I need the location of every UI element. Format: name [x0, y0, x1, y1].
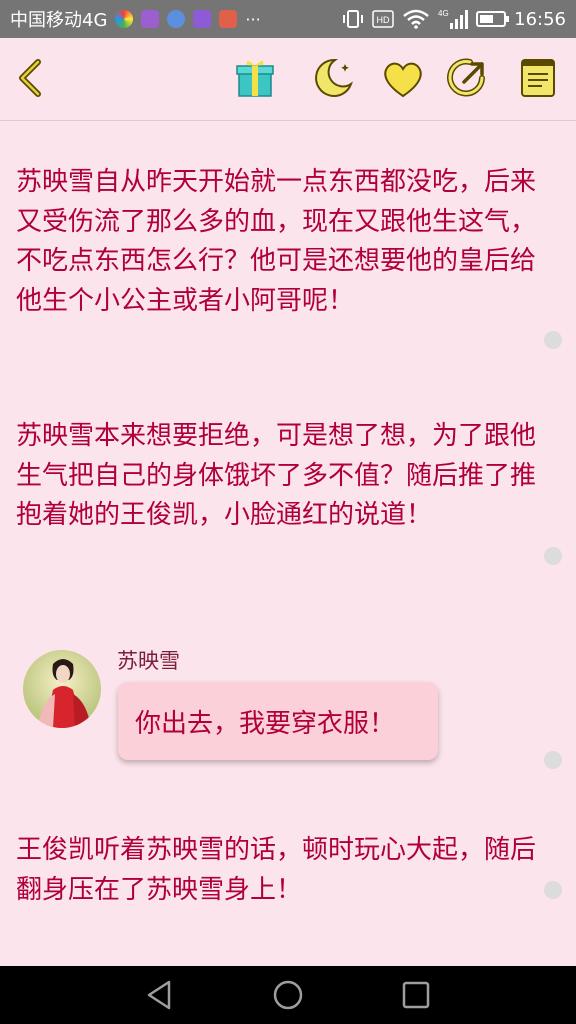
wifi-icon [403, 9, 429, 29]
comment-dot[interactable] [544, 547, 562, 565]
app-icon-2 [141, 10, 160, 28]
status-bar: 中国移动4G ··· HD 4G 16:56 [0, 0, 576, 38]
dialogue-bubble: 你出去，我要穿衣服！ [118, 682, 438, 760]
paragraph: 王俊凯听着苏映雪的话，顿时玩心大起，随后翻身压在了苏映雪身上！ [16, 835, 537, 905]
avatar[interactable] [23, 650, 101, 728]
svg-text:HD: HD [377, 15, 390, 25]
app-icon-5 [219, 10, 238, 28]
comment-dot[interactable] [544, 881, 562, 899]
back-icon[interactable] [10, 56, 54, 100]
4g-signal-icon: 4G [438, 9, 469, 29]
home-circle-icon[interactable] [271, 978, 305, 1012]
favorite-icon[interactable] [381, 56, 425, 100]
comment-dot[interactable] [544, 331, 562, 349]
dialogue-text: 你出去，我要穿衣服！ [135, 708, 396, 739]
app-icon-4 [193, 10, 212, 28]
app-icon-3 [167, 10, 186, 28]
reader-toolbar [0, 38, 576, 121]
paragraph: 苏映雪自从昨天开始就一点东西都没吃，后来又受伤流了那么多的血，现在又跟他生这气，… [16, 167, 537, 316]
carrier-label: 中国移动4G [10, 10, 108, 31]
speaker-name: 苏映雪 [117, 649, 180, 673]
recents-square-icon[interactable] [399, 978, 433, 1012]
app-icon-1 [115, 10, 134, 28]
back-triangle-icon[interactable] [143, 978, 177, 1012]
notes-icon[interactable] [516, 56, 560, 100]
comment-dot[interactable] [544, 751, 562, 769]
vibrate-icon [343, 10, 364, 28]
clock: 16:56 [514, 8, 566, 30]
hd-icon: HD [372, 10, 394, 28]
battery-icon [476, 11, 510, 27]
svg-text:4G: 4G [438, 9, 449, 18]
share-icon[interactable] [446, 56, 490, 100]
night-mode-icon[interactable] [311, 56, 355, 100]
reader-content[interactable]: 苏映雪自从昨天开始就一点东西都没吃，后来又受伤流了那么多的血，现在又跟他生这气，… [0, 121, 576, 966]
paragraph: 苏映雪本来想要拒绝，可是想了想，为了跟他生气把自己的身体饿坏了多不值？随后推了推… [16, 421, 537, 530]
gift-icon[interactable] [233, 56, 277, 100]
more-notifications: ··· [245, 9, 261, 29]
system-nav-bar [0, 966, 576, 1024]
